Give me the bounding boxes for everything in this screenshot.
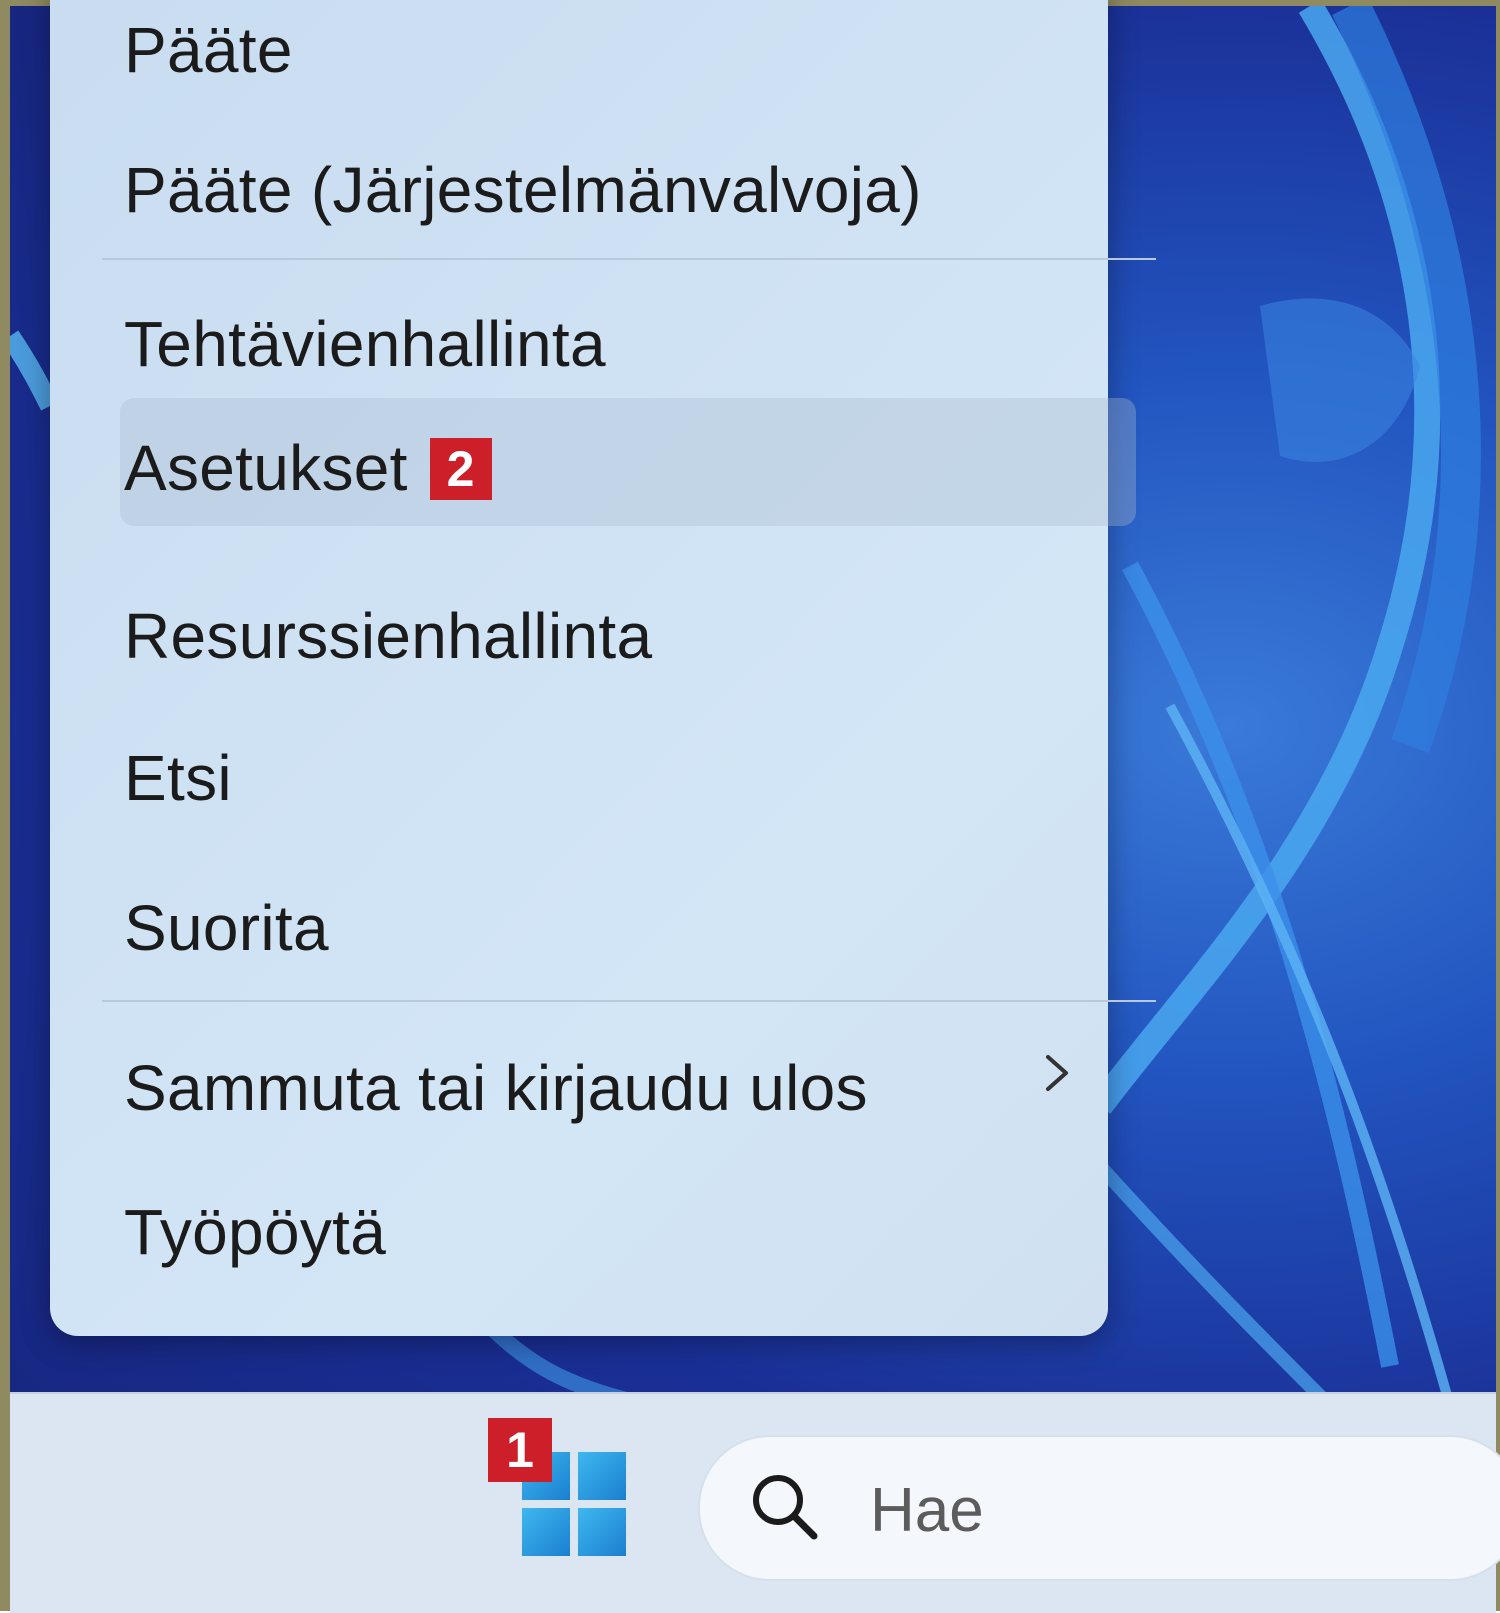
menu-item-task-manager[interactable]: Tehtävienhallinta [124, 312, 606, 376]
menu-item-terminal[interactable]: Pääte [124, 18, 293, 82]
menu-item-terminal-admin[interactable]: Pääte (Järjestelmänvalvoja) [124, 158, 922, 222]
step-badge-1: 1 [488, 1418, 552, 1482]
windows-logo-icon-tile [578, 1452, 626, 1500]
context-menu: Pääte Pääte (Järjestelmänvalvoja) Tehtäv… [50, 0, 1156, 1336]
search-placeholder: Hae [870, 1476, 984, 1545]
taskbar-search-box[interactable]: Hae [698, 1435, 1500, 1581]
menu-item-settings-label: Asetukset [124, 432, 408, 504]
menu-item-desktop[interactable]: Työpöytä [124, 1200, 386, 1264]
search-icon [753, 1475, 818, 1540]
menu-separator [102, 1000, 1156, 1002]
menu-item-shutdown-signout[interactable]: Sammuta tai kirjaudu ulos [124, 1056, 868, 1120]
menu-item-settings[interactable]: Asetukset 2 [124, 436, 492, 504]
step-badge-2: 2 [429, 438, 492, 501]
menu-item-file-explorer[interactable]: Resurssienhallinta [124, 604, 652, 668]
menu-item-search[interactable]: Etsi [124, 746, 232, 810]
chevron-right-icon [1046, 1055, 1068, 1091]
windows-logo-icon-tile [522, 1508, 570, 1556]
windows-logo-icon-tile [578, 1508, 626, 1556]
menu-separator [102, 258, 1156, 260]
menu-item-run[interactable]: Suorita [124, 896, 329, 960]
